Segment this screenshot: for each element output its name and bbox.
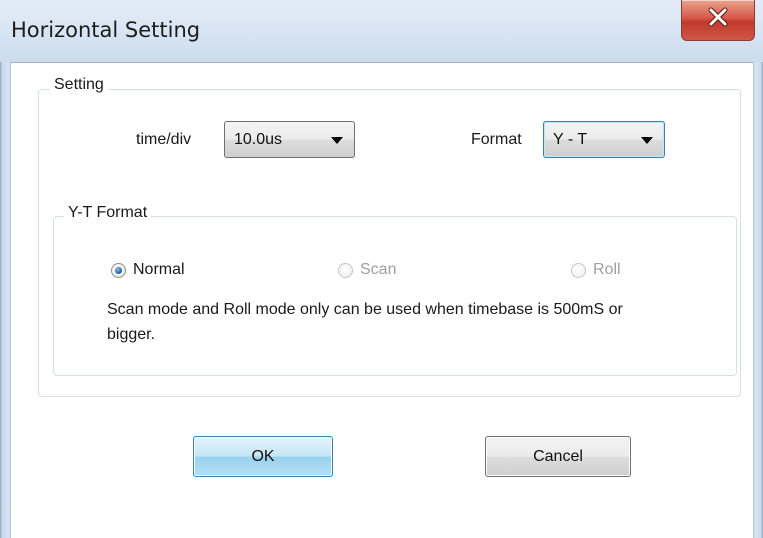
roll-radio-label: Roll	[593, 261, 621, 278]
chevron-down-icon	[331, 137, 343, 144]
time-div-dropdown[interactable]: 10.0us	[224, 121, 355, 158]
format-dropdown[interactable]: Y - T	[543, 121, 665, 158]
normal-radio-label: Normal	[133, 261, 185, 278]
yt-format-group-label: Y-T Format	[64, 204, 152, 222]
close-icon	[708, 7, 728, 27]
title-bar: Horizontal Setting	[0, 0, 763, 62]
roll-radio[interactable]: Roll	[571, 259, 621, 281]
timebase-note: Scan mode and Roll mode only can be used…	[107, 301, 623, 343]
format-label: Format	[471, 131, 522, 148]
radio-checked-icon	[111, 262, 126, 278]
chevron-down-icon	[641, 137, 653, 144]
window-frame-left	[0, 62, 11, 538]
normal-radio[interactable]: Normal	[111, 259, 185, 281]
format-value: Y - T	[553, 131, 588, 148]
window-frame-right	[753, 62, 763, 538]
scan-radio[interactable]: Scan	[338, 259, 396, 281]
yt-format-groupbox	[53, 216, 737, 376]
close-button[interactable]	[681, 0, 755, 41]
cancel-button[interactable]: Cancel	[485, 436, 631, 477]
window-title: Horizontal Setting	[11, 18, 201, 42]
setting-group-label: Setting	[50, 76, 108, 94]
time-div-label: time/div	[136, 131, 192, 148]
radio-unchecked-icon	[338, 262, 353, 278]
ok-button[interactable]: OK	[193, 436, 333, 477]
scan-radio-label: Scan	[360, 261, 397, 278]
radio-unchecked-icon	[571, 262, 586, 278]
time-div-value: 10.0us	[234, 131, 283, 148]
